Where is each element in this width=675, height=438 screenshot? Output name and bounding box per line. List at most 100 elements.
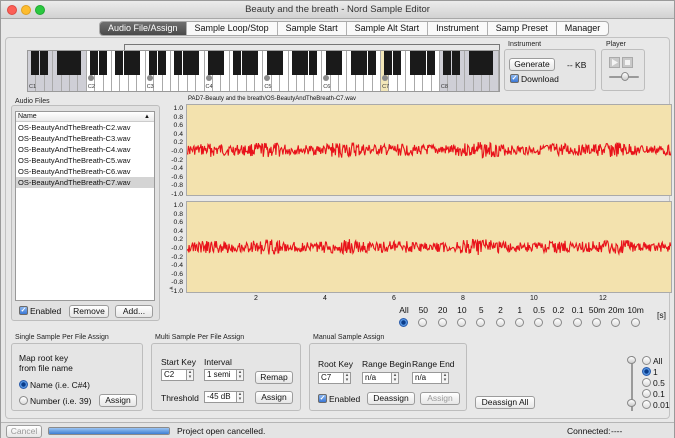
black-key[interactable] [115,51,124,75]
black-key[interactable] [216,51,225,75]
amplitude-slider-thumb-bottom[interactable] [627,399,636,407]
black-key[interactable] [266,51,275,75]
white-key[interactable] [288,51,300,91]
root-key-input[interactable]: C7 [318,372,344,384]
black-key[interactable] [325,51,334,75]
list-item[interactable]: OS-BeautyAndTheBreath-C7.wav [16,177,154,188]
black-key[interactable] [350,51,359,75]
interval-input[interactable]: 1 semi [204,369,237,381]
volume-slider-thumb[interactable] [621,72,629,81]
range-end-input[interactable]: n/a [412,372,442,384]
range-end-stepper[interactable]: ▴ ▾ [442,372,449,384]
black-key[interactable] [468,51,477,75]
black-key[interactable] [65,51,74,75]
time-scale-radio[interactable] [514,318,524,327]
interval-stepper[interactable]: ▴ ▾ [237,369,244,381]
time-scale-radio[interactable] [456,318,466,327]
white-key[interactable]: C4 [204,51,216,91]
keyboard[interactable]: C1 C2 C3 C4 C5 C6 C7 C8 [27,50,500,92]
black-key[interactable] [157,51,166,75]
scroll-left-icon[interactable]: ◂ [169,284,177,292]
tab-samp-preset[interactable]: Samp Preset [488,22,557,35]
tab-sample-start[interactable]: Sample Start [278,22,347,35]
black-key[interactable] [39,51,48,75]
black-key[interactable] [443,51,452,75]
cancel-button[interactable]: Cancel [6,425,42,438]
time-scale-radio[interactable] [553,318,563,327]
white-key[interactable]: C2 [86,51,99,91]
white-key[interactable]: C3 [145,51,158,91]
black-key[interactable] [207,51,216,75]
time-scale-radio[interactable] [592,318,601,327]
amplitude-radio[interactable] [642,389,651,398]
black-key[interactable] [241,51,250,75]
amplitude-radio[interactable] [642,356,651,365]
black-key[interactable] [308,51,317,75]
black-key[interactable] [191,51,200,75]
time-scale-radio[interactable] [399,318,408,327]
multi-assign-button[interactable]: Assign [255,391,293,404]
white-key[interactable]: C6 [322,51,334,91]
manual-assign-button[interactable]: Assign [420,392,460,405]
black-key[interactable] [476,51,485,75]
black-key[interactable] [56,51,65,75]
list-item[interactable]: OS-BeautyAndTheBreath-C6.wav [16,166,154,177]
tab-manager[interactable]: Manager [557,22,609,35]
single-assign-button[interactable]: Assign [99,394,137,407]
add-file-button[interactable]: Add... [115,305,153,318]
time-scale-radio[interactable] [476,318,486,327]
black-key[interactable] [182,51,191,75]
zoom-window-button[interactable] [35,5,45,15]
black-key[interactable] [233,51,242,75]
black-key[interactable] [485,51,494,75]
amplitude-radio[interactable] [642,378,651,387]
amplitude-slider-thumb-top[interactable] [627,356,636,364]
range-begin-input[interactable]: n/a [362,372,392,384]
black-key[interactable] [367,51,376,75]
threshold-stepper[interactable]: ▴ ▾ [237,391,244,403]
white-key[interactable] [53,51,65,91]
enabled-checkbox[interactable]: ✓ [19,306,28,315]
generate-button[interactable]: Generate [509,58,555,71]
stop-button[interactable] [622,57,633,68]
time-scale-radio[interactable] [495,318,505,327]
black-key[interactable] [123,51,132,75]
manual-enabled-checkbox[interactable]: ✓ [318,394,327,403]
waveform-upper[interactable] [186,104,672,196]
minimize-window-button[interactable] [21,5,31,15]
download-checkbox[interactable]: ✓ [510,74,519,83]
tab-audio-file-assign[interactable]: Audio File/Assign [100,22,187,35]
list-item[interactable]: OS-BeautyAndTheBreath-C2.wav [16,122,154,133]
tab-instrument[interactable]: Instrument [428,22,488,35]
start-key-input[interactable]: C2 [161,369,187,381]
amplitude-radio[interactable] [642,367,651,376]
black-key[interactable] [73,51,82,75]
white-key[interactable]: C5 [263,51,275,91]
white-key[interactable] [465,51,477,91]
deassign-button[interactable]: Deassign [367,392,415,405]
black-key[interactable] [149,51,158,75]
list-header[interactable]: Name ▲ [16,112,154,122]
black-key[interactable] [418,51,427,75]
white-key[interactable]: C8 [439,51,452,91]
black-key[interactable] [334,51,343,75]
threshold-input[interactable]: -45 dB [204,391,237,403]
name-radio[interactable] [19,380,28,389]
black-key[interactable] [451,51,460,75]
range-begin-stepper[interactable]: ▴ ▾ [392,372,399,384]
white-key[interactable]: C1 [28,51,40,91]
time-scale-radio[interactable] [534,318,544,327]
black-key[interactable] [249,51,258,75]
list-item[interactable]: OS-BeautyAndTheBreath-C5.wav [16,155,154,166]
black-key[interactable] [174,51,183,75]
black-key[interactable] [426,51,435,75]
white-key[interactable]: C7 [381,51,393,91]
time-scale-radio[interactable] [572,318,582,327]
close-window-button[interactable] [7,5,17,15]
tab-sample-alt-start[interactable]: Sample Alt Start [347,22,429,35]
black-key[interactable] [384,51,393,75]
audio-file-list[interactable]: Name ▲ OS-BeautyAndTheBreath-C2.wav OS-Be… [15,111,155,301]
time-scale-radio[interactable] [418,318,428,327]
black-key[interactable] [409,51,418,75]
white-key[interactable] [406,51,418,91]
